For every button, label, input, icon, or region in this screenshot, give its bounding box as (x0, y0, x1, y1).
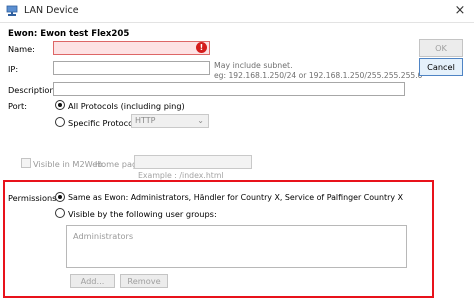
port-all-label[interactable]: All Protocols (including ping) (68, 101, 185, 111)
user-groups-list[interactable]: Administrators (66, 225, 407, 268)
ok-button[interactable]: OK (419, 39, 463, 57)
remove-button[interactable]: Remove (120, 274, 168, 288)
permissions-label: Permissions: (8, 193, 60, 203)
ip-hint: May include subnet. (214, 61, 293, 70)
ip-example: eg: 192.168.1.250/24 or 192.168.1.250/25… (214, 71, 423, 80)
device-heading: Ewon: Ewon test Flex205 (8, 29, 130, 39)
cancel-button[interactable]: Cancel (419, 58, 463, 76)
port-all-radio[interactable] (55, 100, 65, 110)
description-label: Description: (8, 85, 58, 95)
ip-field[interactable] (53, 61, 210, 75)
visible-groups-label[interactable]: Visible by the following user groups: (68, 209, 217, 219)
same-as-ewon-radio[interactable] (55, 192, 65, 202)
port-specific-label[interactable]: Specific Protocol: (68, 118, 138, 128)
name-label: Name: (8, 44, 35, 54)
ip-label: IP: (8, 64, 19, 74)
description-field[interactable] (53, 82, 405, 96)
home-page-example: Example : /index.html (138, 171, 224, 180)
network-icon (6, 5, 18, 16)
port-specific-radio[interactable] (55, 117, 65, 127)
port-label: Port: (8, 101, 27, 111)
add-button[interactable]: Add... (70, 274, 115, 288)
close-icon[interactable]: × (451, 2, 469, 20)
list-item[interactable]: Administrators (73, 231, 133, 241)
visible-groups-radio[interactable] (55, 208, 65, 218)
error-icon: ! (196, 42, 207, 53)
home-page-field[interactable] (134, 155, 252, 169)
window-title: LAN Device (24, 5, 79, 16)
name-field[interactable] (53, 41, 210, 55)
same-as-ewon-label[interactable]: Same as Ewon: Administrators, Händler fo… (68, 193, 403, 202)
m2web-checkbox[interactable] (21, 158, 31, 168)
chevron-down-icon: ⌄ (197, 116, 204, 125)
protocol-select-value: HTTP (135, 116, 156, 125)
title-divider (0, 22, 474, 23)
protocol-select[interactable]: HTTP ⌄ (131, 114, 209, 128)
